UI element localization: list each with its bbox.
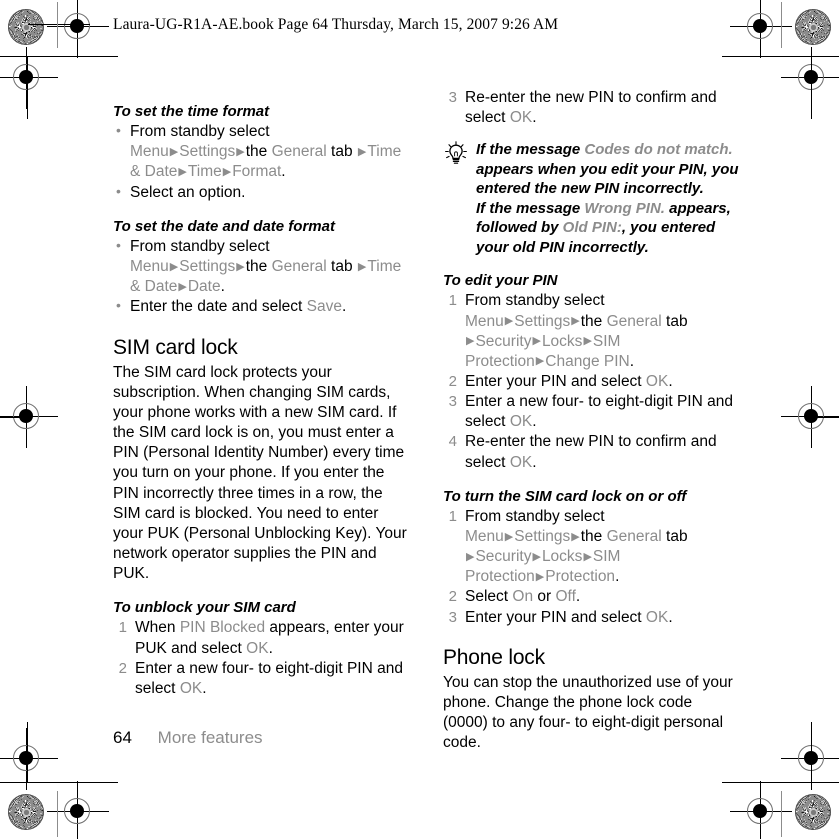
list-item: Enter a new four- to eight-digit PIN and… [113,659,403,697]
list-item: Select On or Off. [443,587,581,607]
crop-rule-left-midline [0,417,27,418]
bleed-rule-bottom-right [781,791,782,837]
registration-mark-right-upper [781,47,839,109]
footer-page-number: 64 [113,728,132,747]
heading-to-turn-sim-card-lock-on-or-off: To turn the SIM card lock on or off [443,487,687,505]
heading-to-set-time-format: To set the time format [113,103,270,120]
list-item: Enter a new four- to eight-digit PIN and… [443,392,733,431]
registration-mark-right-lower [781,728,839,790]
color-rosette-mark-bottom-right [795,794,831,830]
crop-rule-header-underline [28,24,90,25]
tip-note: If the message Codes do not match. appea… [443,140,739,257]
step-list-edit-pin: From standby select Menu▶Settings▶the Ge… [443,291,739,472]
list-item: Re-enter the new PIN to confirm and sele… [443,432,717,471]
color-rosette-mark-top-right [795,9,831,45]
crop-rule-right-bottom [811,722,812,783]
crop-rule-top-right [722,56,839,57]
list-item: From standby select Menu▶Settings▶the Ge… [443,291,688,370]
paragraph-sim-card-lock: The SIM card lock protects your subscrip… [113,363,407,583]
bullet-list-date-format: From standby select Menu▶Settings▶the Ge… [113,236,409,318]
crop-rule-top-left [0,56,118,57]
list-item: Enter the date and select Save. [113,296,409,317]
list-item: Enter your PIN and select OK. [443,372,673,392]
registration-mark-bottom-left [47,781,109,839]
list-item: When PIN Blocked appears, enter your PUK… [113,618,404,657]
color-rosette-mark-top-left [8,9,44,45]
bullet-list-time-format: From standby select Menu▶Settings▶the Ge… [113,121,409,203]
step-list-sim-lock-toggle: From standby select Menu▶Settings▶the Ge… [443,507,739,628]
paragraph-phone-lock: You can stop the unauthorized use of you… [443,673,733,752]
list-item: From standby select Menu▶Settings▶the Ge… [113,236,409,297]
step-list-unblock-sim: When PIN Blocked appears, enter your PUK… [113,618,409,699]
heading-to-set-date-and-date-format: To set the date and date format [113,217,335,235]
step-list-continued-from-previous-column: Re-enter the new PIN to confirm and sele… [443,88,739,128]
heading-to-unblock-your-sim-card: To unblock your SIM card [113,599,296,617]
crop-rule-left-bottom [27,722,28,783]
crop-rule-bottom-right [722,782,839,783]
list-item: From standby select Menu▶Settings▶the Ge… [113,121,409,182]
bleed-rule-top-right [781,2,782,48]
right-text-column: Re-enter the new PIN to confirm and sele… [443,88,739,754]
page-footer: 64 More features [113,728,263,748]
crop-rule-bottom-left [0,782,118,783]
list-item: Enter your PIN and select OK. [443,608,673,628]
left-text-column: To set the time format From standby sele… [113,88,409,699]
color-rosette-mark-bottom-left [8,794,44,830]
running-header: Laura-UG-R1A-AE.book Page 64 Thursday, M… [113,16,559,33]
bleed-rule-top-left [57,2,58,48]
list-item: From standby select Menu▶Settings▶the Ge… [443,507,688,586]
registration-mark-bottom-right [730,781,792,839]
crop-rule-left-top [27,57,28,119]
printed-manual-page: Laura-UG-R1A-AE.book Page 64 Thursday, M… [0,0,839,839]
heading-sim-card-lock: SIM card lock [113,335,238,359]
list-item: Select an option. [113,182,409,203]
footer-section-name: More features [157,728,263,747]
heading-phone-lock: Phone lock [443,645,545,669]
tip-text: If the message Codes do not match. appea… [476,141,739,256]
crop-rule-right-top [811,57,812,119]
registration-mark-top-left [47,0,109,58]
crop-rule-right-midline [812,417,839,418]
heading-to-edit-your-pin: To edit your PIN [443,272,558,290]
lightbulb-tip-icon [443,141,469,167]
list-item: Re-enter the new PIN to confirm and sele… [443,88,717,127]
bleed-rule-bottom-left [57,791,58,837]
registration-mark-top-right [730,0,792,58]
